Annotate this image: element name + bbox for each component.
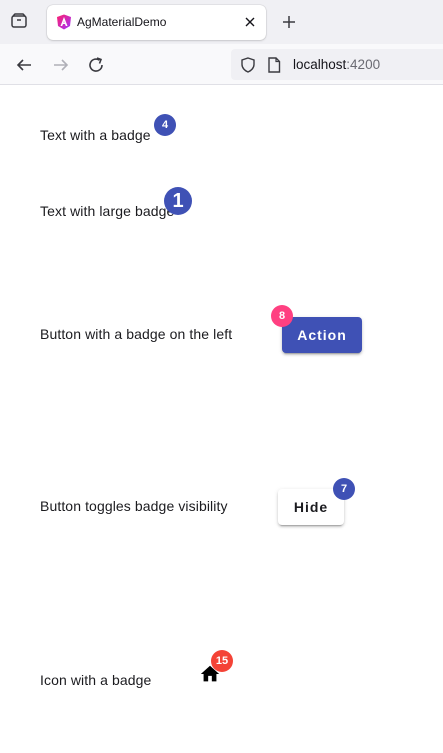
toggle-badge-label: Button toggles badge visibility	[40, 498, 228, 514]
tab-strip: AgMaterialDemo	[0, 0, 443, 44]
tab-title: AgMaterialDemo	[77, 15, 167, 29]
large-badge-label: Text with large badge	[40, 203, 175, 219]
button-left-badge-label: Button with a badge on the left	[40, 326, 233, 342]
tab-list-icon	[11, 13, 27, 28]
url-text[interactable]: localhost:4200	[293, 57, 380, 72]
page-content: Text with a badge 4 Text with large badg…	[0, 85, 443, 753]
hide-button-badge: 7	[333, 478, 355, 500]
browser-tab[interactable]: AgMaterialDemo	[47, 5, 266, 40]
text-badge-label: Text with a badge	[40, 127, 151, 143]
back-arrow-icon	[16, 59, 31, 71]
action-button-badge: 8	[271, 305, 293, 327]
tab-list-button[interactable]	[8, 10, 30, 32]
page-icon[interactable]	[267, 57, 281, 73]
reload-button[interactable]	[86, 55, 106, 75]
new-tab-plus-icon[interactable]	[280, 13, 298, 31]
navigation-toolbar: localhost:4200	[0, 44, 443, 85]
back-button[interactable]	[14, 55, 34, 75]
action-button[interactable]: Action	[282, 317, 362, 353]
text-badge: 4	[154, 114, 176, 136]
angular-logo-icon	[57, 14, 71, 30]
url-host: localhost	[293, 57, 347, 72]
forward-arrow-icon	[54, 59, 69, 71]
icon-badge-label: Icon with a badge	[40, 672, 152, 688]
shield-icon[interactable]	[240, 57, 256, 73]
home-icon-badge: 15	[211, 650, 233, 672]
close-tab-icon[interactable]	[243, 15, 257, 29]
large-badge: 1	[164, 187, 192, 215]
address-bar[interactable]: localhost:4200	[231, 49, 443, 80]
forward-button[interactable]	[51, 55, 71, 75]
reload-icon	[89, 57, 103, 72]
url-port: :4200	[346, 57, 381, 72]
